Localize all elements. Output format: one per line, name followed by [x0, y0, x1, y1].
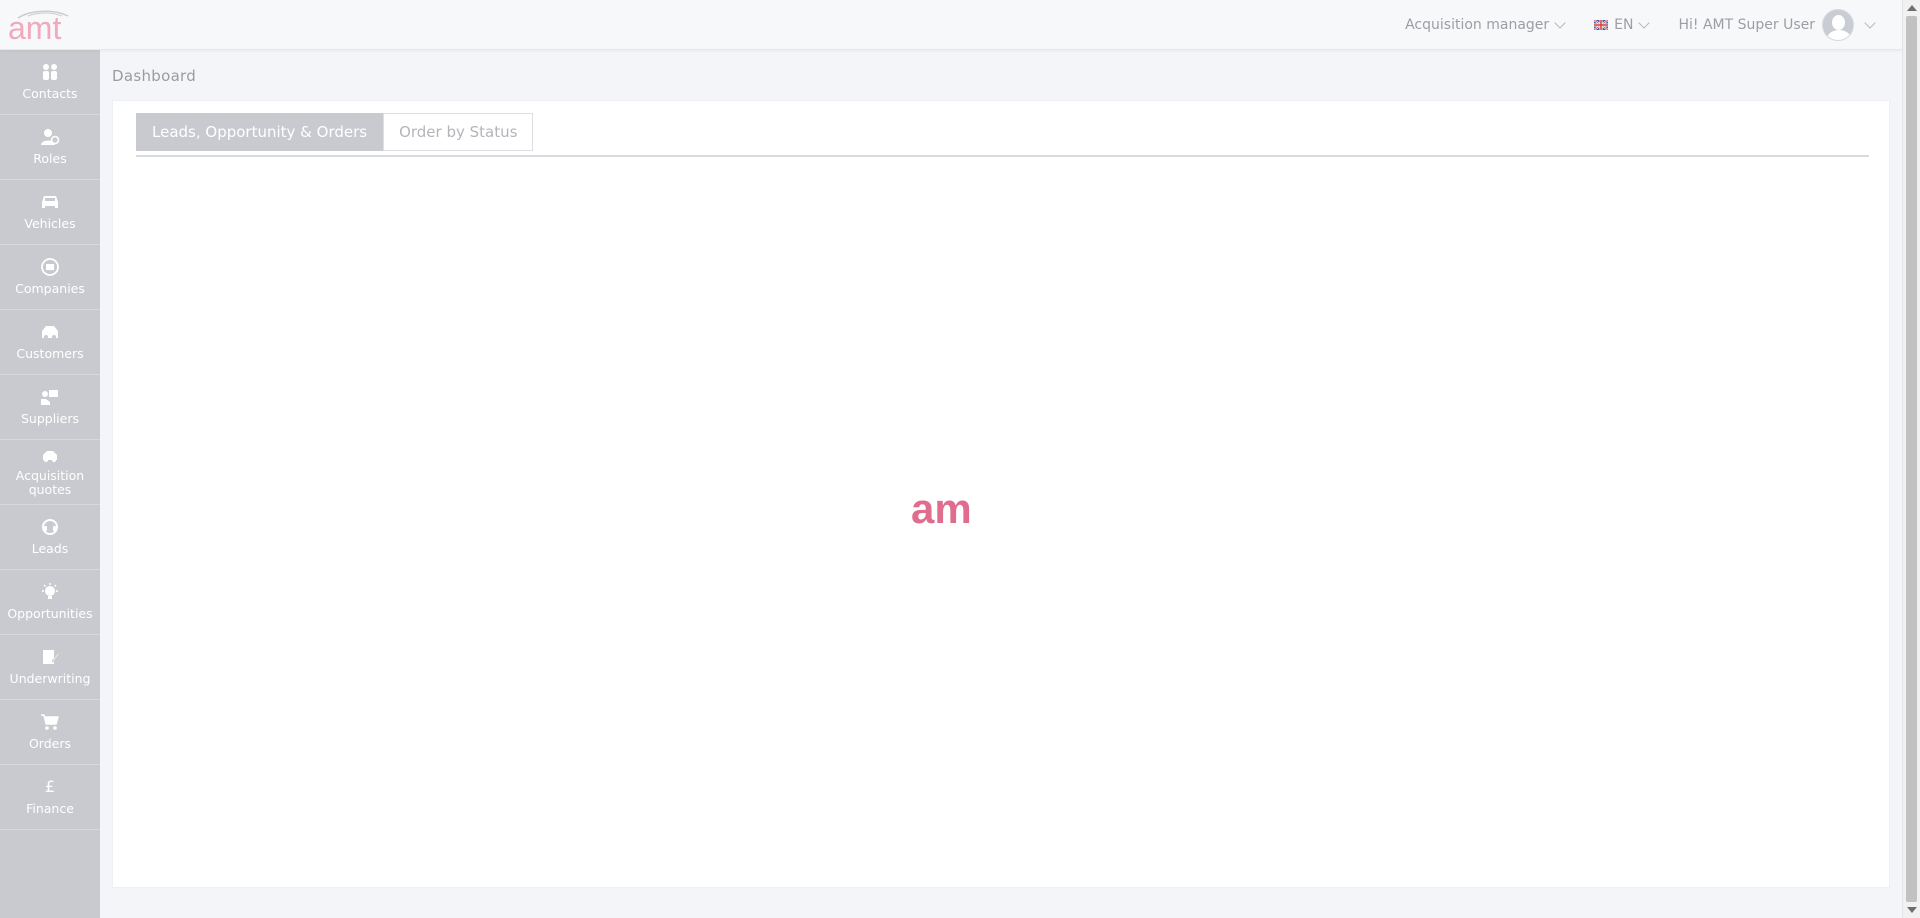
- sidebar-item-label: Acquisition quotes: [15, 467, 85, 497]
- main-content: Dashboard Leads, Opportunity & Orders Or…: [100, 50, 1902, 918]
- sidebar: Contacts Roles Vehicles Companies Custom…: [0, 50, 100, 918]
- sidebar-item-label: Finance: [26, 801, 74, 816]
- dashboard-card: Leads, Opportunity & Orders Order by Sta…: [112, 100, 1890, 888]
- loader-text: am: [911, 487, 972, 527]
- underwriting-icon: [40, 648, 60, 666]
- contacts-icon: [40, 63, 60, 81]
- loading-spinner: am: [911, 487, 972, 527]
- avatar[interactable]: [1822, 9, 1854, 41]
- sidebar-item-roles[interactable]: Roles: [0, 115, 100, 180]
- sidebar-item-suppliers[interactable]: Suppliers: [0, 375, 100, 440]
- opportunities-icon: [40, 583, 60, 601]
- scroll-thumb[interactable]: [1906, 16, 1917, 902]
- amt-logo[interactable]: amt: [8, 6, 86, 44]
- language-selector[interactable]: EN: [1594, 17, 1651, 33]
- sidebar-item-vehicles[interactable]: Vehicles: [0, 180, 100, 245]
- sidebar-item-label: Suppliers: [20, 411, 79, 426]
- tab-leads-opportunity-orders[interactable]: Leads, Opportunity & Orders: [136, 113, 384, 151]
- sidebar-item-leads[interactable]: Leads: [0, 505, 100, 570]
- sidebar-item-label: Contacts: [22, 86, 78, 101]
- sidebar-item-opportunities[interactable]: Opportunities: [0, 570, 100, 635]
- chevron-down-icon: [1554, 17, 1566, 29]
- pound-icon: £: [44, 777, 56, 796]
- sidebar-item-label: Opportunities: [7, 606, 93, 621]
- chevron-down-icon: [1638, 17, 1651, 29]
- leads-icon: [40, 518, 60, 536]
- language-label: EN: [1614, 17, 1634, 33]
- role-selector[interactable]: Acquisition manager: [1405, 17, 1566, 33]
- sidebar-item-label: Roles: [33, 151, 67, 166]
- uk-flag-icon: [1594, 20, 1609, 30]
- vertical-scrollbar[interactable]: [1902, 0, 1920, 918]
- tab-order-by-status[interactable]: Order by Status: [383, 113, 534, 151]
- sidebar-item-acquisition-quotes[interactable]: Acquisition quotes: [0, 440, 100, 505]
- customers-icon: [40, 323, 60, 341]
- sidebar-item-label: Customers: [16, 346, 84, 361]
- sidebar-item-companies[interactable]: Companies: [0, 245, 100, 310]
- dashboard-tabs: Leads, Opportunity & Orders Order by Sta…: [136, 113, 1869, 157]
- roles-icon: [40, 128, 60, 146]
- scroll-down-arrow-icon[interactable]: [1907, 907, 1917, 913]
- role-selector-label: Acquisition manager: [1405, 17, 1550, 33]
- sidebar-item-label: Underwriting: [9, 671, 91, 686]
- suppliers-icon: [40, 388, 60, 406]
- sidebar-item-label: Vehicles: [24, 216, 76, 231]
- sidebar-item-customers[interactable]: Customers: [0, 310, 100, 375]
- sidebar-item-orders[interactable]: Orders: [0, 700, 100, 765]
- page-title: Dashboard: [112, 67, 197, 85]
- sidebar-item-finance[interactable]: £ Finance: [0, 765, 100, 830]
- scroll-up-arrow-icon[interactable]: [1907, 5, 1917, 11]
- acquisition-quotes-icon: [40, 448, 60, 466]
- user-greeting: Hi! AMT Super User: [1678, 17, 1815, 33]
- vehicle-icon: [40, 193, 60, 211]
- user-menu[interactable]: Hi! AMT Super User: [1678, 9, 1876, 41]
- sidebar-item-label: Leads: [31, 541, 69, 556]
- orders-icon: [40, 713, 60, 731]
- logo-text: amt: [8, 10, 61, 44]
- header-right: Acquisition manager EN Hi! AMT Super Use…: [1375, 0, 1876, 50]
- sidebar-item-label: Orders: [28, 736, 72, 751]
- top-header: amt Acquisition manager EN Hi! AMT Super…: [0, 0, 1902, 50]
- companies-icon: [40, 258, 60, 276]
- sidebar-item-underwriting[interactable]: Underwriting: [0, 635, 100, 700]
- chevron-down-icon[interactable]: [1864, 17, 1876, 29]
- sidebar-item-contacts[interactable]: Contacts: [0, 50, 100, 115]
- sidebar-item-label: Companies: [15, 281, 85, 296]
